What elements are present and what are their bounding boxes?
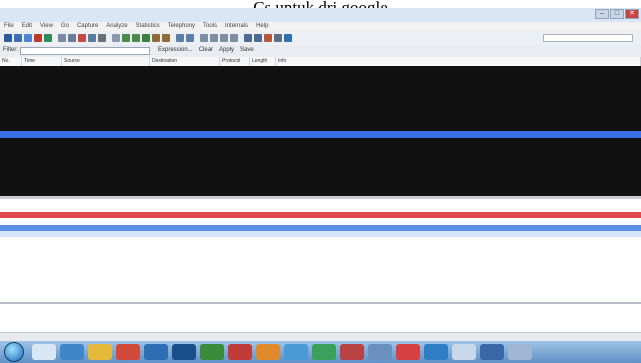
taskbar-app-icon[interactable] [228,344,252,360]
title-bar: – □ ✕ [0,8,641,22]
windows-taskbar [0,341,641,363]
menu-tools[interactable]: Tools [203,22,217,31]
taskbar-app-icon[interactable] [256,344,280,360]
restart-capture-icon[interactable] [44,34,52,42]
packet-details-pane[interactable] [0,199,641,302]
taskbar-media-icon[interactable] [116,344,140,360]
filter-actions: Expression... Clear Apply Save [158,47,254,53]
menu-view[interactable]: View [40,22,53,31]
resize-columns-icon[interactable] [230,34,238,42]
menu-capture[interactable]: Capture [77,22,98,31]
go-to-packet-icon[interactable] [142,34,150,42]
zoom-out-icon[interactable] [210,34,218,42]
save-file-icon[interactable] [68,34,76,42]
taskbar-app-icon[interactable] [284,344,308,360]
column-header-time[interactable]: Time [22,57,62,66]
taskbar-app-icon[interactable] [340,344,364,360]
menu-help[interactable]: Help [256,22,268,31]
colorize-icon[interactable] [176,34,184,42]
stop-capture-icon[interactable] [34,34,42,42]
zoom-in-icon[interactable] [200,34,208,42]
filter-expression-button[interactable]: Expression... [158,47,193,53]
menu-file[interactable]: File [4,22,14,31]
column-header-info[interactable]: Info [276,57,641,66]
start-capture-icon[interactable] [24,34,32,42]
taskbar-app-icon[interactable] [200,344,224,360]
reload-icon[interactable] [88,34,96,42]
taskbar-app-icon[interactable] [452,344,476,360]
taskbar-app-icon[interactable] [396,344,420,360]
filter-input[interactable] [20,47,150,55]
column-header-protocol[interactable]: Protocol [220,57,250,66]
taskbar-browser-icon[interactable] [60,344,84,360]
coloring-rules-icon[interactable] [264,34,272,42]
column-header-destination[interactable]: Destination [150,57,220,66]
close-button[interactable]: ✕ [625,9,639,19]
print-icon[interactable] [98,34,106,42]
taskbar-app-icon[interactable] [312,344,336,360]
autoscroll-icon[interactable] [186,34,194,42]
menu-bar: File Edit View Go Capture Analyze Statis… [0,22,641,31]
menu-telephony[interactable]: Telephony [168,22,195,31]
taskbar-wireshark-icon[interactable] [172,344,196,360]
help-icon[interactable] [284,34,292,42]
filter-apply-button[interactable]: Apply [219,47,234,53]
menu-analyze[interactable]: Analyze [106,22,127,31]
first-packet-icon[interactable] [152,34,160,42]
column-header-source[interactable]: Source [62,57,150,66]
capture-options-icon[interactable] [14,34,22,42]
taskbar-app-icon[interactable] [508,344,532,360]
taskbar-app-icon[interactable] [368,344,392,360]
open-file-icon[interactable] [58,34,66,42]
taskbar-app-icon[interactable] [144,344,168,360]
preferences-icon[interactable] [274,34,282,42]
maximize-button[interactable]: □ [610,9,624,19]
app-window: – □ ✕ File Edit View Go Capture Analyze … [0,8,641,349]
display-filters-icon[interactable] [254,34,262,42]
column-header-length[interactable]: Length [250,57,276,66]
last-packet-icon[interactable] [162,34,170,42]
go-back-icon[interactable] [122,34,130,42]
taskbar-explorer-icon[interactable] [32,344,56,360]
minimize-button[interactable]: – [595,9,609,19]
filter-label: Filter: [3,47,18,53]
main-toolbar [0,31,641,46]
packet-bytes-pane[interactable] [0,302,641,334]
filter-clear-button[interactable]: Clear [199,47,213,53]
close-file-icon[interactable] [78,34,86,42]
go-forward-icon[interactable] [132,34,140,42]
find-packet-icon[interactable] [112,34,120,42]
capture-filters-icon[interactable] [244,34,252,42]
normal-size-icon[interactable] [220,34,228,42]
filter-save-button[interactable]: Save [240,47,254,53]
column-header-no[interactable]: No. [0,57,22,66]
menu-go[interactable]: Go [61,22,69,31]
toolbar-search-field[interactable] [543,34,633,42]
menu-edit[interactable]: Edit [22,22,32,31]
filter-toolbar: Filter: Expression... Clear Apply Save [0,45,641,57]
packet-list[interactable] [0,66,641,196]
interface-list-icon[interactable] [4,34,12,42]
taskbar-app-icon[interactable] [480,344,504,360]
taskbar-app-icon[interactable] [424,344,448,360]
taskbar-folder-icon[interactable] [88,344,112,360]
start-button-icon[interactable] [4,342,24,362]
menu-internals[interactable]: Internals [225,22,248,31]
window-controls: – □ ✕ [595,9,639,19]
menu-statistics[interactable]: Statistics [136,22,160,31]
detail-http-field-row[interactable] [0,288,641,294]
